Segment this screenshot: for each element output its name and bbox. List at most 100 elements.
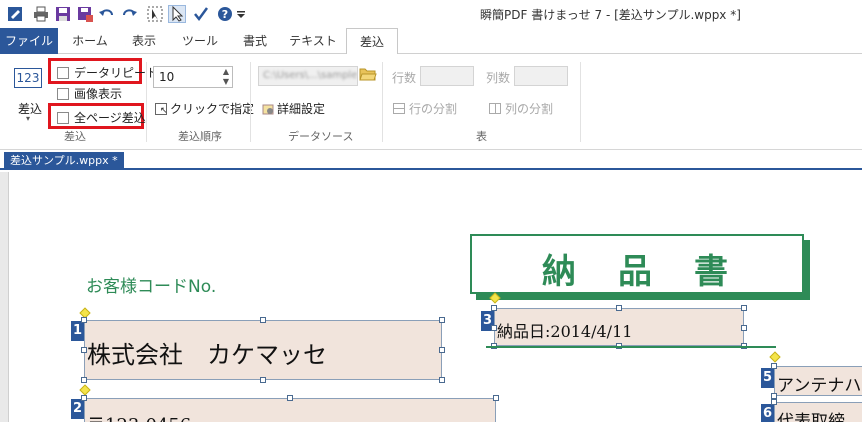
anchor-handle[interactable] [769, 351, 781, 363]
save-as-icon[interactable] [76, 5, 94, 23]
image-display-checkbox[interactable]: 画像表示 [57, 85, 122, 102]
split-cols-button[interactable]: 列の分割 [489, 100, 553, 117]
field-3-text: 納品日:2014/4/11 [497, 322, 633, 341]
merge-order-spinner[interactable]: 10 ▲ ▼ [153, 66, 233, 88]
resize-handle[interactable] [439, 347, 445, 353]
tab-format[interactable]: 書式 [234, 28, 276, 54]
field-6-text: 代表取締 [777, 412, 845, 422]
data-repeat-checkbox[interactable]: データリピート [57, 64, 158, 81]
resize-handle[interactable] [81, 395, 87, 401]
cols-count-label: 列数 [486, 71, 511, 85]
group-separator [382, 62, 383, 142]
window-title: 瞬簡PDF 書けまっせ 7 - [差込サンプル.wppx *] [480, 8, 741, 22]
resize-handle[interactable] [81, 317, 87, 323]
left-margin [0, 172, 9, 422]
group-separator [146, 62, 147, 142]
print-icon[interactable] [32, 5, 50, 23]
merge-order-value: 10 [159, 70, 175, 84]
customer-code-label: お客様コードNo. [86, 277, 217, 297]
resize-handle[interactable] [439, 317, 445, 323]
merge-group-label: 差込 [64, 130, 86, 143]
spinner-arrows-icon[interactable]: ▲ ▼ [223, 67, 229, 87]
tab-home[interactable]: ホーム [66, 28, 114, 54]
ribbon-tabs: ファイル ホーム 表示 ツール 書式 テキスト 差込 [0, 28, 862, 55]
group-separator [580, 62, 581, 142]
detail-settings-label: 詳細設定 [277, 102, 326, 116]
merge-field-2[interactable]: 〒123-0456 [84, 398, 496, 422]
field-number-badge: 2 [71, 399, 84, 419]
resize-handle[interactable] [493, 395, 499, 401]
document-tab-strip: 差込サンプル.wppx * [0, 150, 862, 170]
resize-handle[interactable] [81, 347, 87, 353]
resize-handle[interactable] [616, 305, 622, 311]
split-rows-label: 行の分割 [409, 102, 458, 116]
dropdown-icon[interactable] [236, 5, 246, 23]
resize-handle[interactable] [771, 399, 777, 405]
document-tab[interactable]: 差込サンプル.wppx * [4, 152, 124, 170]
app-icon[interactable] [6, 5, 24, 23]
click-specify-button[interactable]: ↖ クリックで指定 [155, 100, 254, 117]
merge-dropdown-icon[interactable]: ▾ [26, 114, 30, 123]
tab-view[interactable]: 表示 [122, 28, 166, 54]
all-pages-merge-label: 全ページ差込 [74, 111, 146, 125]
detail-settings-icon [262, 103, 274, 115]
redo-icon[interactable] [120, 5, 138, 23]
tab-text[interactable]: テキスト [284, 28, 342, 54]
tab-merge[interactable]: 差込 [346, 28, 398, 55]
resize-handle[interactable] [491, 325, 497, 331]
detail-settings-button[interactable]: 詳細設定 [262, 100, 325, 117]
cols-count-spinner[interactable] [514, 66, 568, 86]
all-pages-merge-check-box[interactable] [57, 112, 69, 124]
image-display-label: 画像表示 [74, 87, 123, 101]
ribbon-panel: 123 差込 ▾ データリピート 画像表示 全ページ差込 差込 10 ▲ ▼ ↖ ク… [0, 54, 862, 150]
resize-handle[interactable] [260, 317, 266, 323]
resize-handle[interactable] [741, 305, 747, 311]
field-2-text: 〒123-0456 [87, 411, 191, 422]
undo-icon[interactable] [98, 5, 116, 23]
datasource-path-value: C:\Users\...\sample [263, 70, 358, 81]
order-group-label: 差込順序 [178, 130, 222, 143]
folder-open-icon[interactable] [359, 66, 377, 85]
all-pages-merge-checkbox[interactable]: 全ページ差込 [57, 109, 146, 126]
check-icon[interactable] [192, 5, 210, 23]
merge-numbers-icon[interactable]: 123 [14, 68, 42, 88]
resize-handle[interactable] [771, 363, 777, 369]
split-rows-icon [393, 103, 405, 114]
save-icon[interactable] [54, 5, 72, 23]
split-cols-icon [489, 103, 501, 114]
select-object-icon[interactable] [146, 5, 164, 23]
click-cursor-icon: ↖ [155, 103, 168, 116]
merge-field-6[interactable]: 代表取締 [774, 402, 862, 422]
tab-file[interactable]: ファイル [0, 28, 58, 54]
click-specify-label: クリックで指定 [170, 102, 255, 116]
data-repeat-check-box[interactable] [57, 67, 69, 79]
heading-box: 納 品 書 [470, 234, 804, 294]
merge-field-1[interactable]: 株式会社 カケマッセ [84, 320, 442, 380]
merge-field-5[interactable]: アンテナハ [774, 366, 862, 396]
resize-handle[interactable] [491, 305, 497, 311]
tab-tools[interactable]: ツール [176, 28, 224, 54]
resize-handle[interactable] [260, 377, 266, 383]
svg-text:?: ? [222, 8, 228, 21]
anchor-handle[interactable] [79, 384, 91, 396]
resize-handle[interactable] [287, 395, 293, 401]
rows-count-label: 行数 [392, 71, 417, 85]
field-number-badge: 5 [761, 368, 774, 388]
document-canvas[interactable]: 納 品 書 お客様コードNo. 1 株式会社 カケマッセ 2 〒123-0456… [0, 172, 862, 422]
datasource-path-field[interactable]: C:\Users\...\sample [258, 66, 358, 86]
rows-count-spinner[interactable] [420, 66, 474, 86]
resize-handle[interactable] [81, 377, 87, 383]
resize-handle[interactable] [741, 325, 747, 331]
field-1-text: 株式会社 カケマッセ [87, 341, 327, 369]
split-rows-button[interactable]: 行の分割 [393, 100, 457, 117]
heading-title: 納 品 書 [542, 252, 732, 292]
field-5-text: アンテナハ [777, 376, 862, 396]
field-number-badge: 1 [71, 321, 84, 341]
field-number-badge: 6 [761, 404, 774, 422]
merge-field-3[interactable]: 納品日:2014/4/11 [494, 308, 744, 346]
resize-handle[interactable] [439, 377, 445, 383]
underline-rule [486, 346, 776, 348]
image-display-check-box[interactable] [57, 88, 69, 100]
help-icon[interactable]: ? [216, 5, 234, 23]
pointer-icon[interactable] [168, 5, 186, 23]
